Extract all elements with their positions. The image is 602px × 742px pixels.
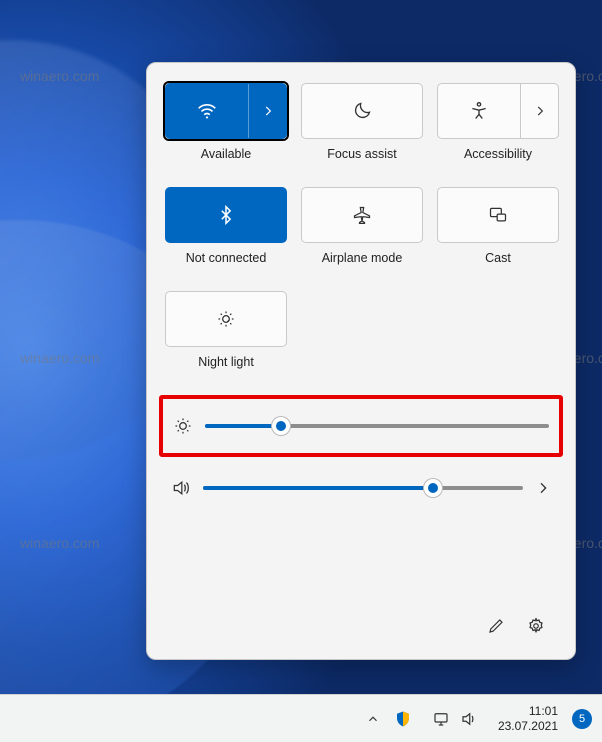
- night-light-label: Night light: [198, 355, 254, 371]
- brightness-thumb[interactable]: [272, 417, 290, 435]
- sliders-section: [165, 395, 557, 509]
- wifi-label: Available: [201, 147, 252, 163]
- bluetooth-label: Not connected: [186, 251, 267, 267]
- volume-slider-row: [165, 467, 557, 509]
- chevron-right-icon: [533, 104, 547, 118]
- gear-icon: [527, 617, 545, 635]
- accessibility-tile[interactable]: [437, 83, 559, 139]
- edit-button[interactable]: [479, 609, 513, 643]
- airplane-mode-label: Airplane mode: [322, 251, 403, 267]
- brightness-icon: [173, 416, 193, 436]
- taskbar-clock[interactable]: 11:01 23.07.2021: [498, 704, 558, 733]
- chevron-right-icon[interactable]: [535, 480, 551, 496]
- cast-icon: [487, 205, 509, 225]
- volume-tray-icon: [460, 710, 478, 728]
- bluetooth-icon: [216, 205, 236, 225]
- wifi-tile[interactable]: [165, 83, 287, 139]
- bluetooth-tile[interactable]: [165, 187, 287, 243]
- volume-slider[interactable]: [203, 486, 523, 490]
- notification-badge[interactable]: 5: [572, 709, 592, 729]
- tray-overflow-button[interactable]: [366, 712, 380, 726]
- cast-tile[interactable]: [437, 187, 559, 243]
- night-light-tile[interactable]: [165, 291, 287, 347]
- brightness-slider-row: [167, 405, 555, 447]
- taskbar-time: 11:01: [529, 704, 558, 718]
- accessibility-toggle[interactable]: [438, 84, 520, 138]
- night-light-icon: [216, 309, 236, 329]
- wifi-icon: [196, 100, 218, 122]
- accessibility-expand-button[interactable]: [520, 84, 558, 138]
- focus-assist-tile[interactable]: [301, 83, 423, 139]
- volume-thumb[interactable]: [424, 479, 442, 497]
- quick-settings-panel: Available Focus assist: [146, 62, 576, 660]
- volume-fill: [203, 486, 433, 490]
- settings-button[interactable]: [519, 609, 553, 643]
- brightness-fill: [205, 424, 281, 428]
- accessibility-icon: [469, 101, 489, 121]
- taskbar-date: 23.07.2021: [498, 719, 558, 733]
- network-icon: [432, 710, 450, 728]
- wifi-expand-button[interactable]: [248, 84, 286, 138]
- moon-icon: [352, 101, 372, 121]
- airplane-mode-tile[interactable]: [301, 187, 423, 243]
- accessibility-label: Accessibility: [464, 147, 532, 163]
- system-tray: 11:01 23.07.2021 5: [366, 704, 592, 733]
- annotation-highlight: [159, 395, 563, 457]
- wifi-toggle[interactable]: [166, 84, 248, 138]
- airplane-icon: [352, 205, 372, 225]
- security-icon[interactable]: [394, 710, 412, 728]
- brightness-slider[interactable]: [205, 424, 549, 428]
- chevron-right-icon: [261, 104, 275, 118]
- pencil-icon: [487, 617, 505, 635]
- taskbar: 11:01 23.07.2021 5: [0, 694, 602, 742]
- focus-assist-label: Focus assist: [327, 147, 396, 163]
- quick-settings-grid: Available Focus assist: [165, 83, 557, 389]
- cast-label: Cast: [485, 251, 511, 267]
- panel-footer: [165, 601, 557, 649]
- volume-icon: [171, 478, 191, 498]
- network-volume-group[interactable]: [426, 706, 484, 732]
